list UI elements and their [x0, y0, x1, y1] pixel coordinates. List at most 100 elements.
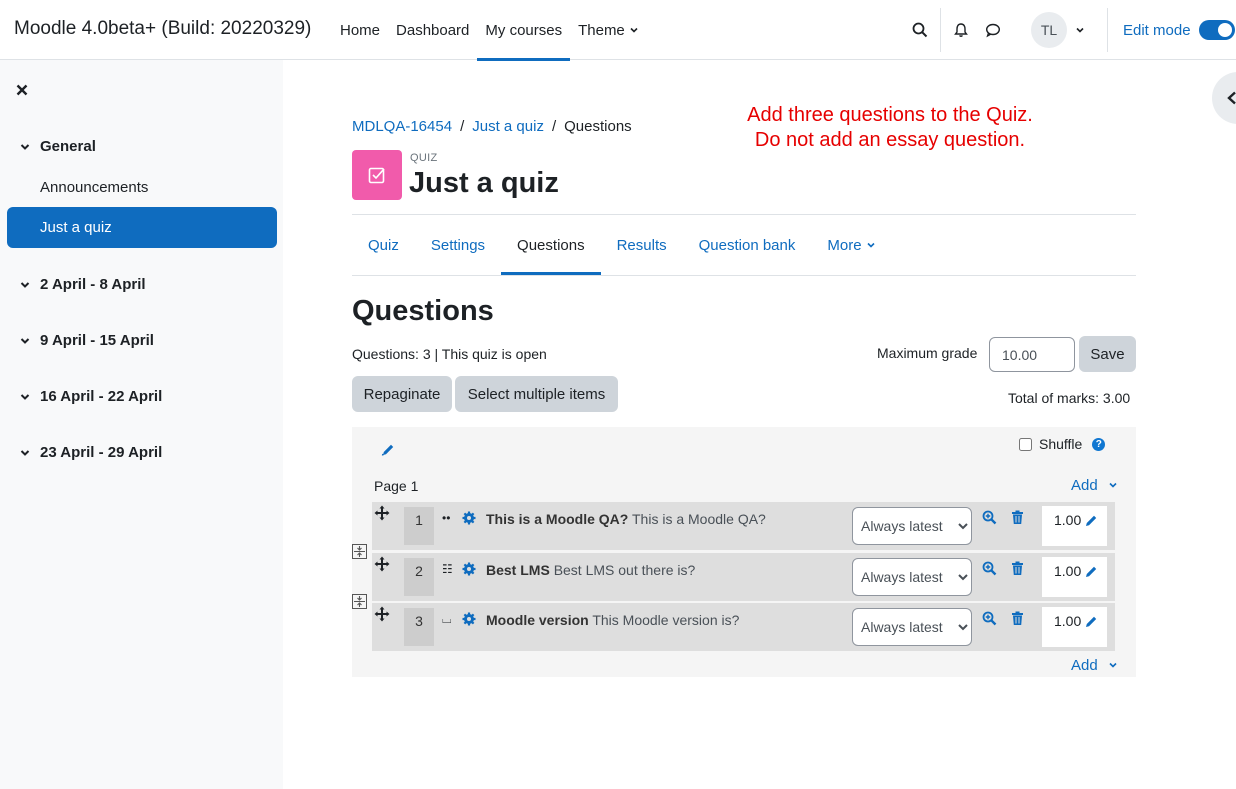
edit-mode-toggle[interactable] — [1198, 20, 1235, 40]
chevron-down-icon — [1109, 482, 1117, 488]
preview-icon[interactable] — [982, 611, 997, 626]
preview-icon[interactable] — [982, 561, 997, 576]
nav-dashboard-label: Dashboard — [396, 21, 470, 39]
help-icon[interactable]: ? — [1092, 437, 1106, 451]
trash-icon[interactable] — [1011, 611, 1024, 626]
tab-results[interactable]: Results — [601, 215, 683, 275]
nav-my-courses[interactable]: My courses — [477, 0, 570, 61]
section-general[interactable]: General — [18, 138, 96, 155]
section-9-april[interactable]: 9 April - 15 April — [18, 332, 154, 349]
nav-dashboard[interactable]: Dashboard — [388, 0, 477, 60]
drawer-link-announcements[interactable]: Announcements — [40, 179, 148, 196]
question-mark: 1.00 — [1042, 557, 1107, 597]
maximum-grade-input[interactable] — [989, 337, 1075, 372]
add-question-menu-top[interactable]: Add — [1071, 477, 1118, 494]
question-name: This is a Moodle QA? — [486, 511, 629, 527]
breadcrumb: MDLQA-16454 / Just a quiz / Questions — [352, 118, 632, 135]
add-label: Add — [1071, 477, 1098, 494]
section-label: General — [40, 138, 96, 155]
question-text: Moodle version This Moodle version is? — [486, 612, 739, 628]
question-row: 2 ☷ Best LMS Best LMS out there is? Alwa… — [372, 553, 1115, 601]
repaginate-button[interactable]: Repaginate — [352, 376, 452, 412]
quiz-status: Questions: 3 | This quiz is open — [352, 346, 547, 362]
section-16-april[interactable]: 16 April - 22 April — [18, 388, 162, 405]
message-icon — [985, 23, 1001, 38]
question-type-icon: ⌴ — [442, 612, 452, 626]
add-label: Add — [1071, 657, 1098, 674]
add-question-menu-bottom[interactable]: Add — [1071, 657, 1118, 674]
messages-button[interactable] — [977, 14, 1009, 46]
mark-value: 1.00 — [1054, 613, 1082, 629]
question-number: 2 — [404, 558, 434, 596]
gear-icon[interactable] — [462, 511, 476, 525]
task-note-line-2: Do not add an essay question. — [754, 129, 1026, 151]
close-drawer-button[interactable] — [16, 80, 28, 101]
breadcrumb-quiz[interactable]: Just a quiz — [472, 118, 544, 135]
question-version-select[interactable]: Always latest — [852, 608, 972, 646]
task-note: Add three questions to the Quiz. Do not … — [700, 103, 1080, 153]
shuffle-checkbox[interactable] — [1019, 437, 1032, 451]
trash-icon[interactable] — [1011, 561, 1024, 576]
drawer-link-just-a-quiz[interactable]: Just a quiz — [7, 207, 277, 248]
tab-settings[interactable]: Settings — [415, 215, 501, 275]
section-label: 2 April - 8 April — [40, 276, 146, 293]
question-version-select[interactable]: Always latest — [852, 558, 972, 596]
gear-icon[interactable] — [462, 612, 476, 626]
move-icon[interactable] — [374, 556, 390, 572]
pencil-icon[interactable] — [1084, 514, 1098, 528]
preview-icon[interactable] — [982, 510, 997, 525]
section-23-april[interactable]: 23 April - 29 April — [18, 444, 162, 461]
shuffle-control: Shuffle ? — [1019, 436, 1106, 452]
user-avatar[interactable]: TL — [1031, 12, 1067, 48]
user-menu-toggle[interactable] — [1067, 14, 1093, 46]
section-2-april[interactable]: 2 April - 8 April — [18, 276, 146, 293]
nav-theme[interactable]: Theme — [570, 0, 647, 60]
task-note-line-1: Add three questions to the Quiz. — [747, 104, 1033, 126]
select-multiple-button[interactable]: Select multiple items — [455, 376, 618, 412]
tab-more[interactable]: More — [811, 215, 891, 275]
question-name: Best LMS — [486, 562, 550, 578]
navbar-divider — [1107, 8, 1108, 52]
block-drawer-toggle[interactable] — [1212, 72, 1236, 124]
site-name[interactable]: Moodle 4.0beta+ (Build: 20220329) — [14, 18, 311, 40]
pencil-icon[interactable] — [1084, 565, 1098, 579]
question-mark: 1.00 — [1042, 506, 1107, 546]
chevron-down-icon — [1109, 662, 1117, 668]
checkbox-icon — [368, 167, 385, 184]
page-title: Just a quiz — [409, 167, 559, 199]
bell-icon — [954, 23, 968, 37]
shuffle-label: Shuffle — [1039, 436, 1083, 452]
trash-icon[interactable] — [1011, 510, 1024, 525]
move-icon[interactable] — [374, 505, 390, 521]
mark-value: 1.00 — [1054, 563, 1082, 579]
navbar-divider — [940, 8, 941, 52]
chevron-down-icon — [630, 27, 638, 33]
page-break-icon[interactable] — [352, 594, 367, 609]
chevron-down-icon — [20, 393, 30, 400]
tab-questions[interactable]: Questions — [501, 215, 601, 275]
tab-question-bank[interactable]: Question bank — [683, 215, 812, 275]
question-name: Moodle version — [486, 612, 589, 628]
pencil-icon[interactable] — [1084, 615, 1098, 629]
move-icon[interactable] — [374, 606, 390, 622]
nav-home-label: Home — [340, 21, 381, 39]
breadcrumb-course[interactable]: MDLQA-16454 — [352, 118, 452, 135]
search-button[interactable] — [904, 14, 936, 46]
gear-icon[interactable] — [462, 562, 476, 576]
section-label: 23 April - 29 April — [40, 444, 163, 461]
question-type-icon: •• — [442, 511, 451, 525]
breadcrumb-current: Questions — [564, 118, 632, 135]
question-version-select[interactable]: Always latest — [852, 507, 972, 545]
course-index-drawer: General Announcements Just a quiz 2 Apri… — [0, 60, 283, 789]
question-body: This is a Moodle QA? — [632, 511, 766, 527]
page-break-icon[interactable] — [352, 544, 367, 559]
chevron-down-icon — [20, 143, 30, 150]
chevron-down-icon — [1076, 27, 1084, 33]
question-row: 1 •• This is a Moodle QA? This is a Mood… — [372, 502, 1115, 550]
notifications-button[interactable] — [945, 14, 977, 46]
nav-home[interactable]: Home — [332, 0, 388, 60]
activity-type-label: QUIZ — [410, 152, 438, 164]
save-button[interactable]: Save — [1079, 336, 1136, 372]
edit-section-heading-button[interactable] — [381, 443, 395, 457]
tab-quiz[interactable]: Quiz — [352, 215, 415, 275]
